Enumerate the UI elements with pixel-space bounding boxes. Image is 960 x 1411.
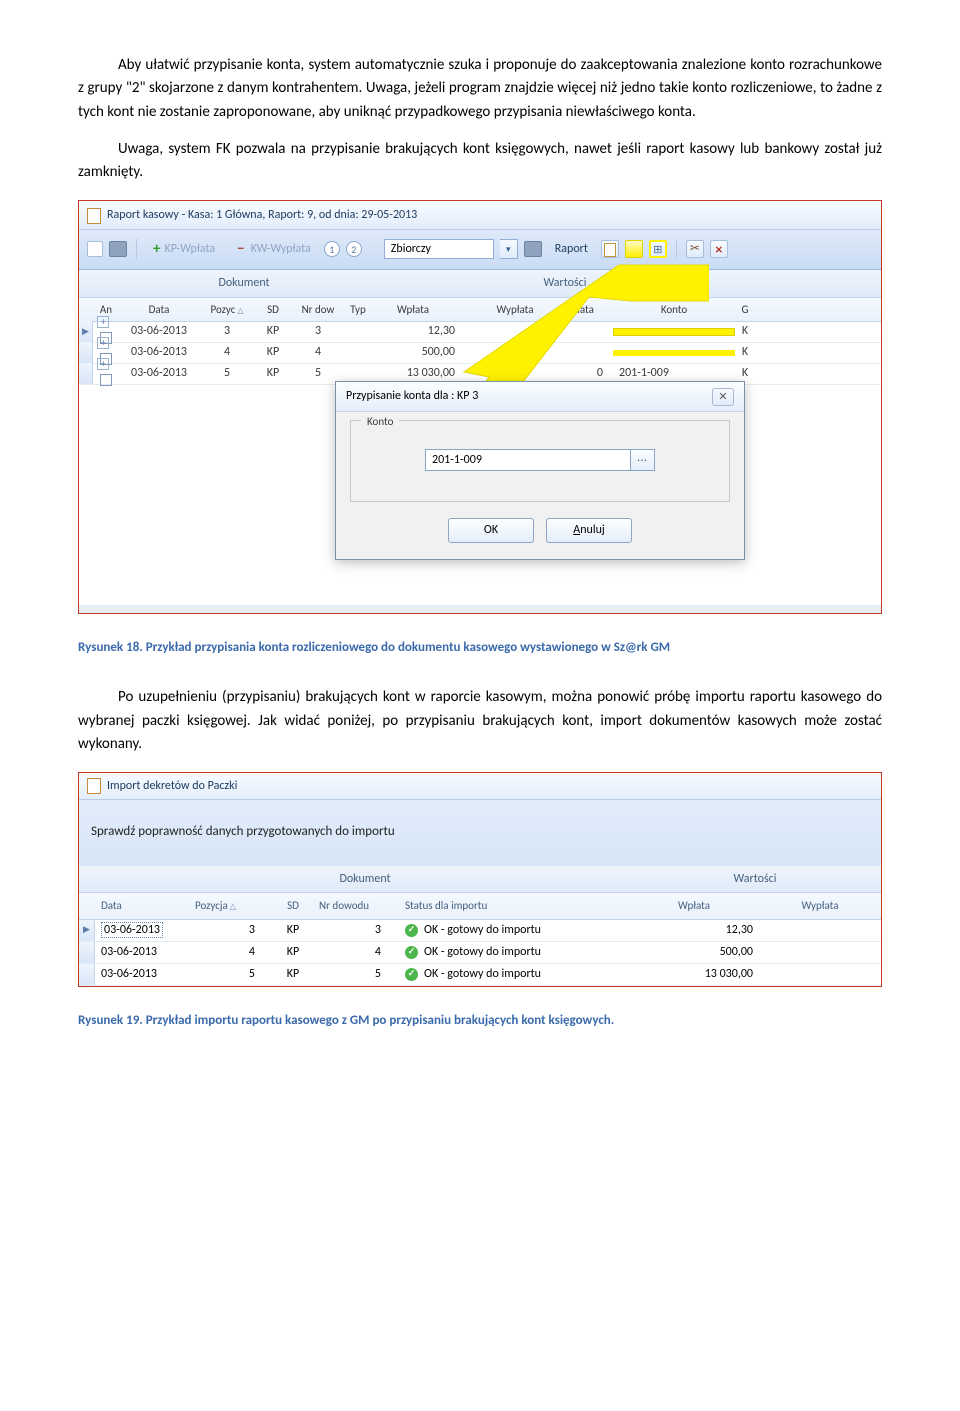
col-typ[interactable]: Typ [345, 298, 371, 321]
group-header-wartosci: Wartości [635, 866, 875, 893]
fieldset-legend: Konto [361, 413, 399, 430]
sort-asc-icon: △ [230, 901, 236, 913]
printer-icon-2[interactable] [524, 241, 542, 257]
col-wyplata[interactable]: Wypłata [475, 298, 555, 321]
import-grid: Dokument Wartości Data Pozycja△ SD Nr do… [79, 866, 881, 986]
preview-icon[interactable] [87, 241, 103, 257]
col-nrdowodu[interactable]: Nr dowodu [319, 893, 399, 918]
plus-icon: + [153, 238, 160, 261]
mode-select[interactable]: Zbiorczy [384, 239, 494, 259]
chevron-down-icon[interactable]: ▾ [500, 239, 518, 259]
table-row[interactable]: ▶ 03-06-2013 3 KP 3 ✓OK - gotowy do impo… [79, 920, 881, 942]
figure-caption-18: Rysunek 18. Przykład przypisania konta r… [78, 638, 882, 658]
table-row[interactable]: 03-06-2013 4 KP 4 ✓OK - gotowy do import… [79, 942, 881, 964]
table-row[interactable]: 03-06-2013 5 KP 5 ✓OK - gotowy do import… [79, 964, 881, 986]
close-icon[interactable]: ✕ [712, 388, 734, 406]
dialog-title: Przypisanie konta dla : KP 3 [346, 387, 478, 406]
delete-icon[interactable]: × [710, 240, 728, 258]
toolbar: + KP-Wpłata − KW-Wypłata 1 2 Zbiorczy ▾ R… [79, 230, 881, 270]
cancel-button[interactable]: Anuluj [546, 518, 632, 543]
col-pozyc[interactable]: Pozyc△ [199, 298, 255, 321]
import-instruction-text: Sprawdź poprawność danych przygotowanych… [79, 800, 881, 866]
printer-icon[interactable] [109, 241, 127, 257]
check-icon: ✓ [405, 924, 418, 937]
number-1-icon[interactable]: 1 [324, 241, 340, 257]
group-header-dokument: Dokument [93, 270, 395, 297]
window-title: Raport kasowy - Kasa: 1 Główna, Raport: … [107, 206, 417, 225]
expand-icon[interactable]: + [97, 337, 109, 349]
selected-cell: 03-06-2013 [101, 922, 163, 938]
row-indicator-icon: ▶ [79, 920, 95, 941]
col-sd[interactable]: SD [267, 893, 319, 918]
kw-wyplata-button[interactable]: − KW-Wypłata [228, 235, 318, 264]
col-oplata[interactable]: Opłata [555, 298, 613, 321]
konto-cell-highlighted [613, 350, 735, 356]
paragraph-1: Aby ułatwić przypisanie konta, system au… [78, 54, 882, 124]
grid-column-header: An Data Pozyc△ SD Nr dow Typ Wpłata Wypł… [79, 298, 881, 322]
expand-icon[interactable]: + [97, 316, 109, 328]
dialog-titlebar: Przypisanie konta dla : KP 3 ✕ [336, 382, 744, 412]
edit-icon[interactable] [625, 240, 643, 258]
col-data[interactable]: Data [119, 298, 199, 321]
tree-icon[interactable]: ⊞ [649, 240, 667, 258]
sort-asc-icon: △ [237, 305, 243, 317]
window-titlebar: Raport kasowy - Kasa: 1 Główna, Raport: … [79, 201, 881, 230]
browse-button[interactable]: ··· [631, 449, 655, 471]
col-wplata[interactable]: Wpłata [635, 893, 765, 918]
document-icon [87, 778, 101, 794]
group-header-dokument: Dokument [95, 866, 635, 893]
row-indicator-icon: ▶ [79, 321, 93, 342]
grid-group-header: Dokument Wartości [79, 270, 881, 298]
new-icon[interactable] [601, 240, 619, 258]
konto-input[interactable] [425, 449, 631, 471]
col-g[interactable]: G [735, 298, 755, 321]
assign-account-dialog: Przypisanie konta dla : KP 3 ✕ Konto ···… [335, 381, 745, 560]
document-icon [87, 208, 101, 224]
check-icon: ✓ [405, 946, 418, 959]
figure-caption-19: Rysunek 19. Przykład importu raportu kas… [78, 1011, 882, 1031]
paragraph-3: Po uzupełnieniu (przypisaniu) brakującyc… [78, 686, 882, 756]
col-nrdow[interactable]: Nr dow [291, 298, 345, 321]
col-konto[interactable]: Konto [613, 298, 735, 321]
window-titlebar: Import dekretów do Paczki [79, 773, 881, 800]
scissors-icon[interactable]: ✂ [686, 240, 704, 258]
col-sd[interactable]: SD [255, 298, 291, 321]
window-title: Import dekretów do Paczki [107, 777, 237, 796]
col-status[interactable]: Status dla importu [399, 893, 635, 918]
kp-wplata-button[interactable]: + KP-Wpłata [146, 235, 222, 264]
screenshot-import-dekretow: Import dekretów do Paczki Sprawdź popraw… [78, 772, 882, 986]
screenshot-raport-kasowy: Raport kasowy - Kasa: 1 Główna, Raport: … [78, 200, 882, 614]
konto-fieldset: Konto ··· [350, 420, 730, 502]
raport-button[interactable]: Raport [548, 237, 595, 262]
number-2-icon[interactable]: 2 [346, 241, 362, 257]
checkbox[interactable] [100, 374, 112, 386]
col-wplata[interactable]: Wpłata [371, 298, 475, 321]
grid-column-header: Data Pozycja△ SD Nr dowodu Status dla im… [79, 893, 881, 919]
ok-button[interactable]: OK [448, 518, 534, 543]
grid-group-header: Dokument Wartości [79, 866, 881, 894]
group-header-wartosci: Wartości [395, 270, 735, 297]
expand-icon[interactable]: + [97, 358, 109, 370]
col-pozycja[interactable]: Pozycja△ [195, 893, 267, 918]
paragraph-2: Uwaga, system FK pozwala na przypisanie … [78, 138, 882, 185]
col-wyplata[interactable]: Wypłata [765, 893, 875, 918]
konto-cell-highlighted [613, 328, 735, 336]
check-icon: ✓ [405, 968, 418, 981]
col-data[interactable]: Data [95, 893, 195, 918]
minus-icon: − [237, 238, 244, 261]
